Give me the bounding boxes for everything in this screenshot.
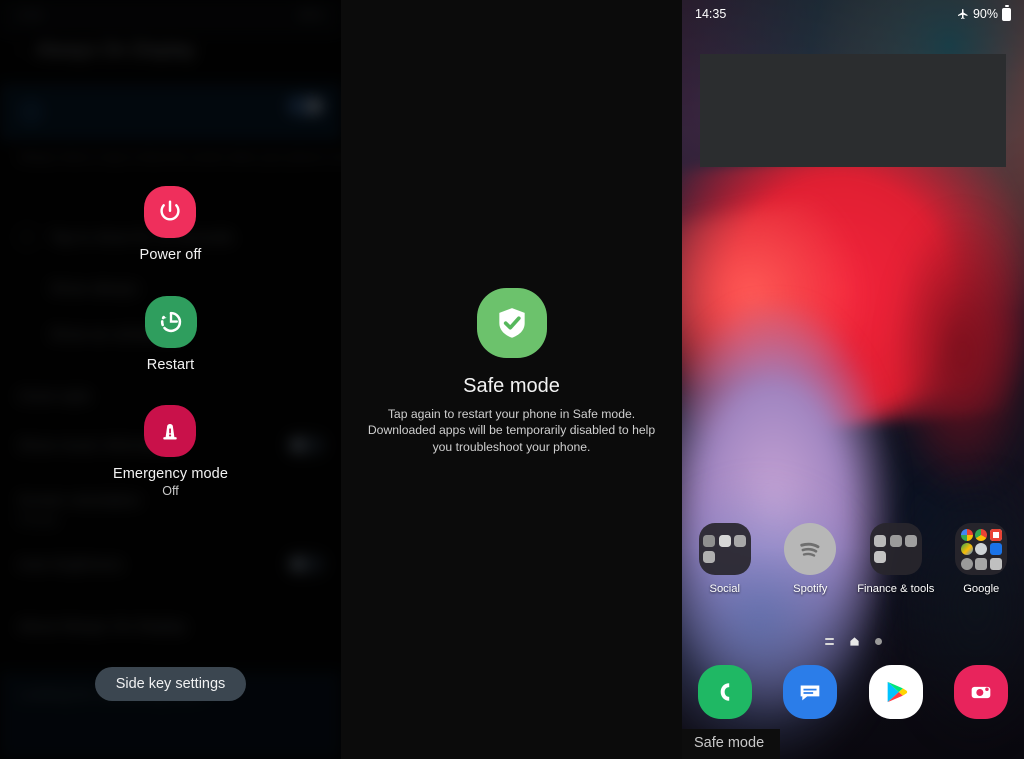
app-gmail-icon [989, 528, 1002, 541]
home-folder-row: Social Spotify Finance & tools Google [682, 523, 1024, 595]
emergency-mode-state: Off [162, 484, 179, 498]
folder-label-google: Google [963, 583, 1000, 595]
phone-icon[interactable] [697, 665, 752, 719]
app-instagram-icon [703, 535, 716, 548]
page-indicator [682, 636, 1024, 647]
three-panel-screenshot: 4:26 90% ‹ Always On Display Always show… [0, 0, 1024, 759]
camera-icon[interactable] [954, 665, 1009, 719]
app-list-icon[interactable] [824, 638, 834, 645]
app-label-spotify: Spotify [793, 583, 828, 595]
page-dot[interactable] [874, 638, 882, 645]
play-store-icon[interactable] [868, 665, 923, 719]
side-key-settings-button[interactable]: Side key settings [94, 667, 247, 701]
restart-option[interactable]: Restart [144, 296, 197, 373]
app-paypal-icon [874, 535, 887, 548]
power-off-icon[interactable] [144, 186, 197, 238]
app-tool2-icon [889, 535, 902, 548]
safe-mode-badge: Safe mode [682, 729, 781, 759]
app-drive-icon [975, 543, 988, 555]
safe-mode-panel: Safe mode Tap again to restart your phon… [341, 0, 682, 759]
dock-phone[interactable] [682, 665, 768, 719]
battery-icon [1002, 4, 1011, 21]
widget-placeholder[interactable] [700, 54, 1006, 167]
spotify-icon[interactable] [784, 523, 837, 575]
emergency-mode-option[interactable]: Emergency mode Off [113, 405, 228, 498]
app-meet-icon [989, 543, 1002, 555]
home-dock [682, 665, 1024, 719]
app-youtube-icon [975, 557, 988, 570]
power-menu-panel: 4:26 90% ‹ Always On Display Always show… [0, 0, 341, 759]
dock-messages[interactable] [768, 665, 854, 719]
home-page-icon[interactable] [849, 636, 860, 647]
messages-icon[interactable] [783, 665, 838, 719]
shield-check-icon[interactable] [476, 287, 547, 358]
safe-mode-title: Safe mode [463, 374, 560, 397]
folder-finance-tools[interactable]: Finance & tools [853, 523, 939, 595]
app-kp-icon [874, 550, 887, 563]
airplane-mode-icon [957, 8, 969, 20]
app-photos-icon [960, 557, 973, 570]
folder-google[interactable]: Google [939, 523, 1024, 595]
app-chrome-icon [975, 528, 988, 541]
folder-label-finance-tools: Finance & tools [857, 583, 935, 595]
app-facebook-icon [718, 535, 731, 548]
power-off-label: Power off [139, 247, 202, 263]
dock-play-store[interactable] [853, 665, 939, 719]
app-social4-icon [703, 550, 716, 563]
app-google-icon [960, 528, 973, 541]
app-tool3-icon [905, 535, 918, 548]
restart-label: Restart [146, 357, 195, 373]
battery-percent: 90% [972, 7, 998, 21]
google-folder-icon[interactable] [955, 523, 1008, 575]
safe-mode-description: Tap again to restart your phone in Safe … [367, 406, 656, 454]
status-bar: 14:35 90% [682, 0, 1024, 28]
power-options-list: Power off Restart Emergency mode Off [0, 186, 341, 498]
folder-label-social: Social [709, 583, 740, 595]
emergency-mode-label: Emergency mode [112, 466, 229, 482]
dock-camera[interactable] [939, 665, 1024, 719]
app-spotify[interactable]: Spotify [768, 523, 854, 595]
app-docs-icon [989, 557, 1002, 570]
status-time: 14:35 [695, 7, 727, 21]
social-folder-icon[interactable] [698, 523, 751, 575]
folder-social[interactable]: Social [682, 523, 768, 595]
power-off-option[interactable]: Power off [140, 186, 202, 263]
app-reddit-icon [734, 535, 747, 548]
app-maps-icon [960, 543, 973, 555]
emergency-mode-icon[interactable] [144, 405, 197, 457]
finance-tools-folder-icon[interactable] [869, 523, 922, 575]
restart-icon[interactable] [144, 296, 197, 348]
home-screen-panel: 14:35 90% Social Spotify Finance & tools… [682, 0, 1024, 759]
